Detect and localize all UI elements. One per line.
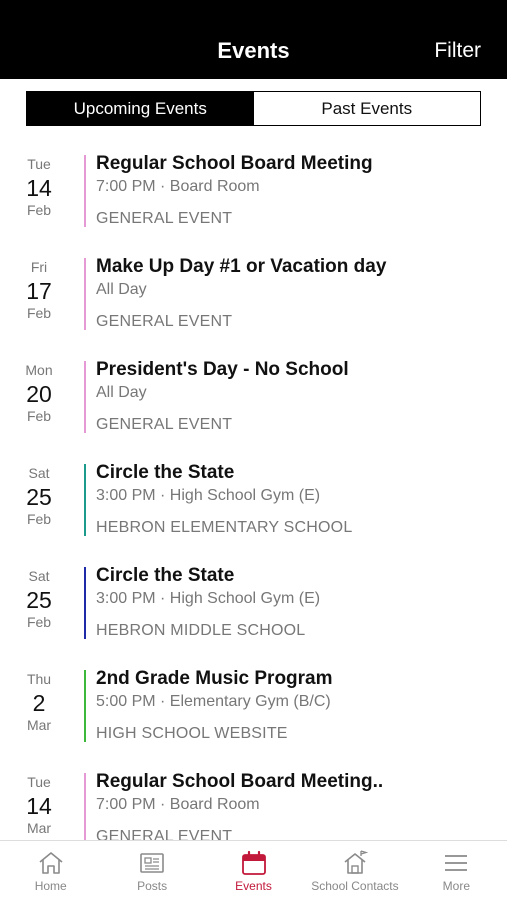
event-item[interactable]: Sat 25 Feb Circle the State 3:00 PM · Hi… <box>0 459 507 562</box>
event-month: Mar <box>26 820 52 836</box>
event-time-location: 7:00 PM · Board Room <box>96 178 260 195</box>
category-color-bar <box>84 258 86 330</box>
event-list: Tue 14 Feb Regular School Board Meeting … <box>0 150 507 840</box>
event-month: Feb <box>26 614 52 630</box>
bottom-tab-bar: Home Posts Events School Contacts More <box>0 840 507 901</box>
event-category: GENERAL EVENT <box>96 313 233 330</box>
tab-past-events[interactable]: Past Events <box>254 92 481 125</box>
event-weekday: Tue <box>27 774 51 790</box>
event-category: GENERAL EVENT <box>96 210 233 227</box>
tab-school-contacts[interactable]: School Contacts <box>304 841 405 901</box>
category-color-bar <box>84 567 86 639</box>
event-time-location: 3:00 PM · High School Gym (E) <box>96 590 321 607</box>
menu-icon <box>445 855 468 871</box>
event-time-location: All Day <box>96 281 147 298</box>
event-title: Circle the State <box>96 462 235 483</box>
event-day: 25 <box>26 484 52 510</box>
event-month: Feb <box>26 511 52 527</box>
event-category: GENERAL EVENT <box>96 416 233 433</box>
event-title: 2nd Grade Music Program <box>96 668 333 689</box>
events-segmented-control: Upcoming Events Past Events <box>26 91 481 126</box>
event-weekday: Sat <box>28 465 50 481</box>
event-date: Mon 20 Feb <box>0 362 78 424</box>
event-date: Tue 14 Mar <box>0 774 78 836</box>
tab-home-label: Home <box>34 879 67 893</box>
event-month: Feb <box>26 408 52 424</box>
category-color-bar <box>84 464 86 536</box>
tab-events[interactable]: Events <box>203 841 304 901</box>
event-time-location: 5:00 PM · Elementary Gym (B/C) <box>96 693 331 710</box>
tab-upcoming-events[interactable]: Upcoming Events <box>27 92 254 125</box>
event-date: Fri 17 Feb <box>0 259 78 321</box>
event-item[interactable]: Fri 17 Feb Make Up Day #1 or Vacation da… <box>0 253 507 356</box>
event-day: 2 <box>32 690 46 716</box>
category-color-bar <box>84 670 86 742</box>
event-time-location: 3:00 PM · High School Gym (E) <box>96 487 321 504</box>
event-category: GENERAL EVENT <box>96 828 233 840</box>
event-title: Regular School Board Meeting.. <box>96 771 384 792</box>
event-weekday: Tue <box>27 156 51 172</box>
event-day: 25 <box>26 587 52 613</box>
category-color-bar <box>84 773 86 840</box>
event-title: President's Day - No School <box>96 359 349 380</box>
event-date: Sat 25 Feb <box>0 465 78 527</box>
tab-posts[interactable]: Posts <box>101 841 202 901</box>
event-weekday: Thu <box>26 671 52 687</box>
category-color-bar <box>84 155 86 227</box>
event-item[interactable]: Tue 14 Mar Regular School Board Meeting.… <box>0 768 507 840</box>
event-category: HIGH SCHOOL WEBSITE <box>96 725 288 742</box>
event-month: Feb <box>26 202 52 218</box>
event-day: 14 <box>26 793 52 819</box>
tab-more-label: More <box>442 879 470 893</box>
event-day: 17 <box>26 278 52 304</box>
filter-button[interactable]: Filter <box>434 39 481 63</box>
tab-more[interactable]: More <box>406 841 507 901</box>
event-title: Circle the State <box>96 565 235 586</box>
home-icon <box>39 852 63 874</box>
event-day: 14 <box>26 175 52 201</box>
tab-posts-label: Posts <box>137 879 168 893</box>
event-category: HEBRON ELEMENTARY SCHOOL <box>96 519 353 536</box>
event-time-location: 7:00 PM · Board Room <box>96 796 260 813</box>
page-title: Events <box>217 38 290 63</box>
event-category: HEBRON MIDDLE SCHOOL <box>96 622 306 639</box>
event-item[interactable]: Tue 14 Feb Regular School Board Meeting … <box>0 150 507 253</box>
posts-icon <box>140 853 164 873</box>
event-title: Regular School Board Meeting <box>96 153 373 174</box>
event-month: Mar <box>26 717 52 733</box>
event-weekday: Mon <box>25 362 53 378</box>
event-date: Sat 25 Feb <box>0 568 78 630</box>
event-time-location: All Day <box>96 384 147 401</box>
tab-school-contacts-label: School Contacts <box>311 879 399 893</box>
event-weekday: Sat <box>28 568 50 584</box>
event-date: Thu 2 Mar <box>0 671 78 733</box>
event-item[interactable]: Sat 25 Feb Circle the State 3:00 PM · Hi… <box>0 562 507 665</box>
calendar-icon <box>241 850 266 875</box>
event-month: Feb <box>26 305 52 321</box>
event-day: 20 <box>26 381 52 407</box>
tab-events-label: Events <box>235 879 272 893</box>
event-date: Tue 14 Feb <box>0 156 78 218</box>
category-color-bar <box>84 361 86 433</box>
school-icon <box>344 850 369 874</box>
event-title: Make Up Day #1 or Vacation day <box>96 256 387 277</box>
event-item[interactable]: Thu 2 Mar 2nd Grade Music Program 5:00 P… <box>0 665 507 768</box>
event-item[interactable]: Mon 20 Feb President's Day - No School A… <box>0 356 507 459</box>
top-navigation-bar: Events Filter <box>0 0 507 79</box>
event-weekday: Fri <box>30 259 48 275</box>
tab-home[interactable]: Home <box>0 841 101 901</box>
